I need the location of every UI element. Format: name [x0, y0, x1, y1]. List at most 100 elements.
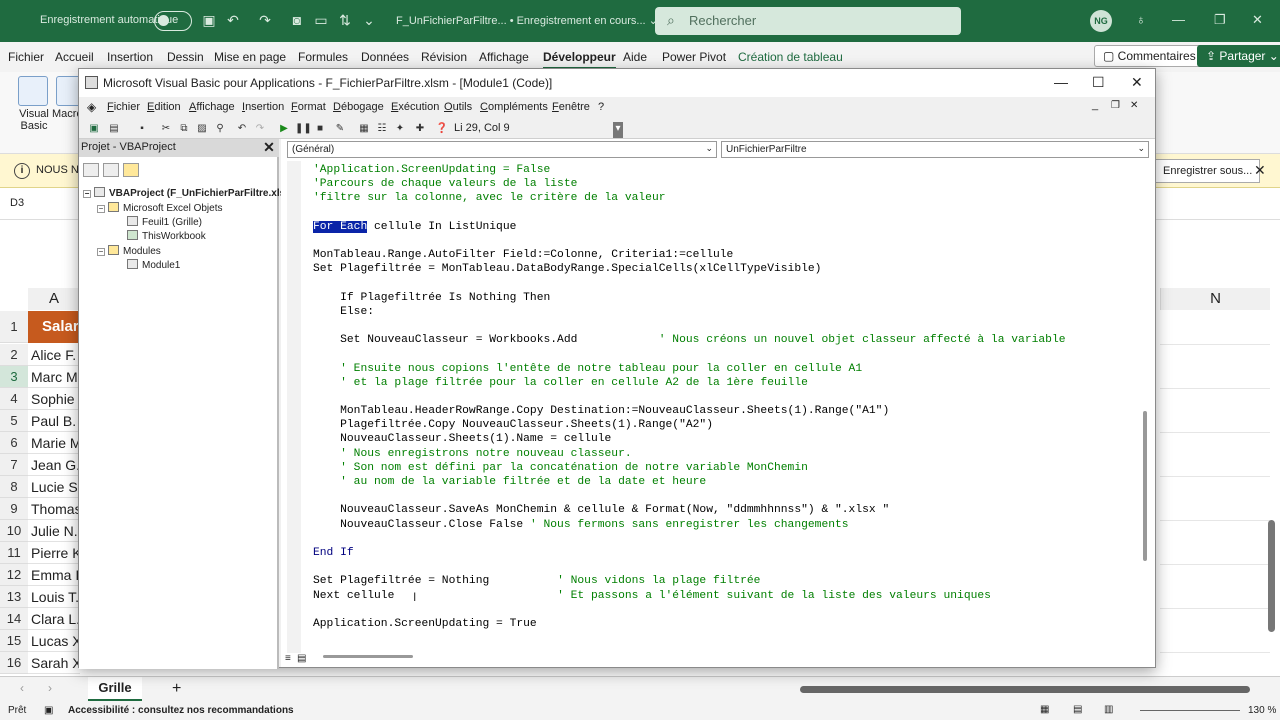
row-header[interactable]: 13	[0, 586, 28, 608]
column-header-a[interactable]: A	[28, 288, 80, 310]
row-header[interactable]: 14	[0, 608, 28, 630]
menu-complements[interactable]: Compléments	[480, 101, 548, 113]
more-icon[interactable]: ⌄	[360, 11, 378, 29]
procedure-dropdown[interactable]: UnFichierParFiltre ⌄	[721, 141, 1149, 158]
tab-affichage[interactable]: Affichage	[479, 50, 529, 64]
autosave-toggle[interactable]	[154, 11, 192, 31]
camera-icon[interactable]: ◙	[288, 11, 306, 29]
share-button[interactable]: ⇪ Partager ⌄	[1197, 45, 1280, 67]
close-icon[interactable]: ✕	[261, 139, 277, 155]
normal-view-icon[interactable]: ▦	[1040, 704, 1049, 715]
row-header[interactable]: 11	[0, 542, 28, 564]
menu-insertion[interactable]: Insertion	[242, 101, 284, 113]
mdi-restore-icon[interactable]: ❐	[1111, 100, 1120, 111]
row-header[interactable]: 5	[0, 410, 28, 432]
undo-icon[interactable]: ↶	[224, 11, 242, 29]
visual-basic-label[interactable]: Visual Basic	[14, 108, 54, 132]
row-header[interactable]: 6	[0, 432, 28, 454]
save-icon[interactable]: ▣	[200, 11, 218, 29]
cell[interactable]: Julie N.	[28, 520, 80, 542]
tab-dessin[interactable]: Dessin	[167, 50, 204, 64]
table-header-cell[interactable]: Salar	[28, 311, 80, 343]
cell[interactable]: Thomas	[28, 498, 80, 520]
tab-accueil[interactable]: Accueil	[55, 50, 94, 64]
row-header[interactable]: 12	[0, 564, 28, 586]
tree-vbaproject[interactable]: − VBAProject (F_UnFichierParFiltre.xlsx)	[83, 187, 294, 199]
maximize-icon[interactable]: ☐	[1092, 74, 1105, 91]
tab-formules[interactable]: Formules	[298, 50, 348, 64]
restore-icon[interactable]: ❐	[1214, 12, 1226, 28]
cut-icon[interactable]: ✂	[159, 122, 173, 136]
menu-outils[interactable]: Outils	[444, 101, 472, 113]
sort-icon[interactable]: ⇅	[336, 11, 354, 29]
toggle-folders-icon[interactable]	[123, 163, 139, 177]
menu-fichier[interactable]: Fichier	[107, 101, 140, 113]
tab-mise-en-page[interactable]: Mise en page	[214, 50, 286, 64]
page-break-icon[interactable]: ▥	[1104, 704, 1113, 715]
tree-modules[interactable]: − Modules	[97, 245, 161, 257]
menu-execution[interactable]: Exécution	[391, 101, 439, 113]
cell[interactable]: Lucie S.	[28, 476, 80, 498]
pause-icon[interactable]: ❚❚	[295, 122, 312, 136]
menu-fenetre[interactable]: Fenêtre	[552, 101, 590, 113]
cell[interactable]: Louis T.	[28, 586, 80, 608]
document-title[interactable]: F_UnFichierParFiltre... • Enregistrement…	[396, 14, 658, 27]
full-module-view-icon[interactable]: ▤	[297, 653, 306, 664]
prev-sheet-icon[interactable]: ‹	[20, 681, 24, 695]
zoom-level[interactable]: 130 %	[1248, 705, 1276, 716]
toolbar-overflow-icon[interactable]: ▾	[613, 122, 623, 138]
tab-fichier[interactable]: Fichier	[8, 50, 44, 64]
design-mode-icon[interactable]: ✎	[333, 122, 347, 136]
object-browser-icon[interactable]: ✦	[393, 122, 407, 136]
tree-sheet1[interactable]: Feuil1 (Grille)	[127, 216, 202, 228]
column-header-n[interactable]: N	[1160, 288, 1270, 310]
cell[interactable]: Sarah X.	[28, 652, 80, 674]
comments-button[interactable]: ▢ Commentaires	[1094, 45, 1205, 67]
avatar[interactable]: NG	[1090, 10, 1112, 32]
view-object-icon[interactable]	[103, 163, 119, 177]
menu-format[interactable]: Format	[291, 101, 326, 113]
macro-record-icon[interactable]: ▣	[44, 705, 53, 716]
find-icon[interactable]: ⚲	[213, 122, 227, 136]
row-header[interactable]: 10	[0, 520, 28, 542]
tab-aide[interactable]: Aide	[623, 50, 647, 64]
close-icon[interactable]: ✕	[1252, 12, 1263, 28]
run-icon[interactable]: ▶	[277, 122, 291, 136]
cell[interactable]: Clara L.	[28, 608, 80, 630]
cell[interactable]: Jean G.	[28, 454, 80, 476]
mdi-minimize-icon[interactable]: _	[1092, 99, 1098, 111]
page-layout-icon[interactable]: ▤	[1073, 704, 1082, 715]
insert-module-icon[interactable]: ▤	[107, 122, 121, 136]
cell[interactable]: Paul B.	[28, 410, 80, 432]
collapse-icon[interactable]: −	[97, 205, 105, 213]
project-explorer-icon[interactable]: ▦	[357, 122, 371, 136]
screen-icon[interactable]: ▭	[312, 11, 330, 29]
cell[interactable]: Alice F.	[28, 344, 80, 366]
accessibility-status[interactable]: Accessibilité : consultez nos recommanda…	[68, 705, 294, 716]
vertical-scrollbar[interactable]	[1143, 411, 1147, 561]
lightbulb-icon[interactable]: ♁	[1136, 12, 1146, 27]
row-header[interactable]: 2	[0, 344, 28, 366]
tab-donnees[interactable]: Données	[361, 50, 409, 64]
collapse-icon[interactable]: −	[83, 190, 91, 198]
mdi-close-icon[interactable]: ✕	[1130, 100, 1138, 111]
redo-icon[interactable]: ↷	[256, 11, 274, 29]
menu-debogage[interactable]: Débogage	[333, 101, 384, 113]
name-box[interactable]: D3	[10, 197, 24, 209]
cell[interactable]: Emma I	[28, 564, 80, 586]
row-header[interactable]: 3	[0, 366, 28, 388]
tree-module1[interactable]: Module1	[127, 259, 180, 271]
toolbox-icon[interactable]: ✚	[413, 122, 427, 136]
cell[interactable]: Pierre K	[28, 542, 80, 564]
tree-thisworkbook[interactable]: ThisWorkbook	[127, 230, 206, 242]
save-as-button[interactable]: Enregistrer sous...	[1155, 159, 1261, 183]
row-header[interactable]: 9	[0, 498, 28, 520]
properties-icon[interactable]: ☷	[375, 122, 389, 136]
minimize-icon[interactable]: —	[1172, 12, 1185, 27]
add-sheet-icon[interactable]: +	[172, 680, 181, 698]
next-sheet-icon[interactable]: ›	[48, 681, 52, 695]
tab-power-pivot[interactable]: Power Pivot	[662, 50, 726, 64]
menu-edition[interactable]: Edition	[147, 101, 181, 113]
tab-creation-tableau[interactable]: Création de tableau	[738, 50, 843, 64]
close-icon[interactable]: ✕	[1254, 162, 1266, 179]
